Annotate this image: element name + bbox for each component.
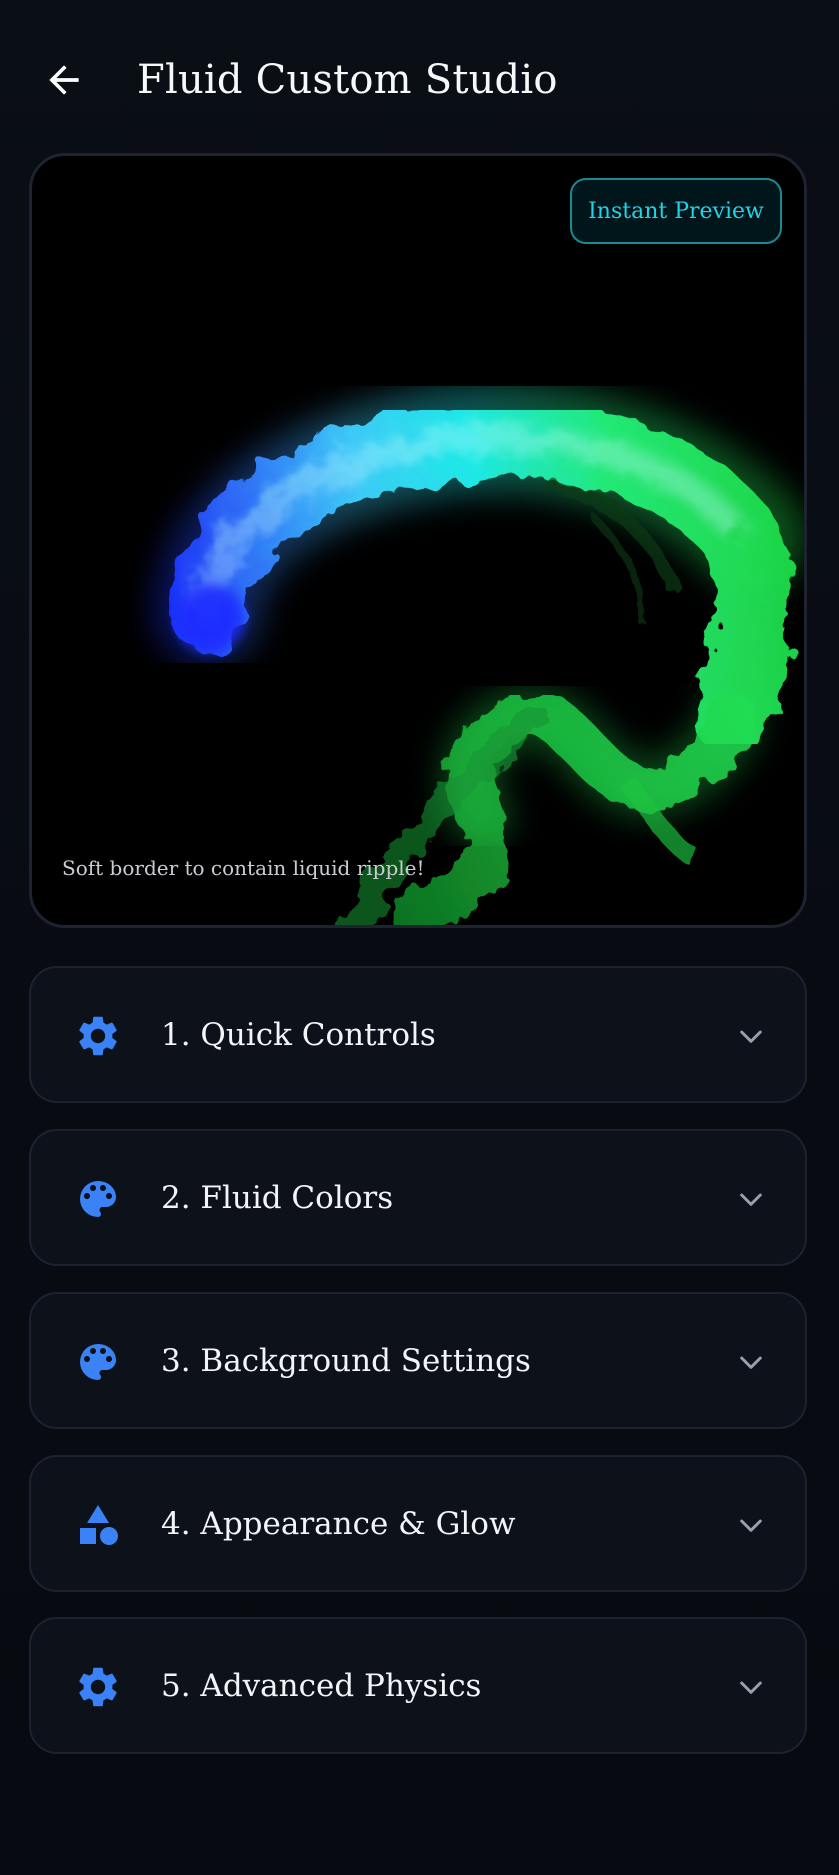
section-background-settings[interactable]: 3. Background Settings [29,1292,807,1429]
section-label: 3. Background Settings [161,1343,531,1379]
section-label: 2. Fluid Colors [161,1180,394,1216]
gear-icon [74,1663,122,1711]
section-advanced-physics[interactable]: 5. Advanced Physics [29,1617,807,1754]
chevron-down-icon [735,1183,767,1215]
section-label: 5. Advanced Physics [161,1668,482,1704]
preview-caption: Soft border to contain liquid ripple! [62,856,425,880]
section-fluid-colors[interactable]: 2. Fluid Colors [29,1129,807,1266]
chevron-down-icon [735,1509,767,1541]
chevron-down-icon [735,1346,767,1378]
page-title: Fluid Custom Studio [137,57,558,103]
palette-icon [74,1175,122,1223]
gear-icon [74,1012,122,1060]
palette-icon [74,1338,122,1386]
section-quick-controls[interactable]: 1. Quick Controls [29,966,807,1103]
fluid-simulation-graphic [152,382,804,925]
shapes-icon [74,1501,122,1549]
header: Fluid Custom Studio [0,0,839,160]
arrow-left-icon [49,65,79,95]
app-root: Fluid Custom Studio Instant Preview Soft… [0,0,839,1875]
chevron-down-icon [735,1671,767,1703]
instant-preview-button[interactable]: Instant Preview [570,178,782,244]
section-label: 1. Quick Controls [161,1017,436,1053]
section-appearance-glow[interactable]: 4. Appearance & Glow [29,1455,807,1592]
chevron-down-icon [735,1020,767,1052]
section-label: 4. Appearance & Glow [161,1506,516,1542]
back-button[interactable] [36,52,92,108]
fluid-preview-canvas[interactable]: Instant Preview Soft border to contain l… [29,153,807,928]
